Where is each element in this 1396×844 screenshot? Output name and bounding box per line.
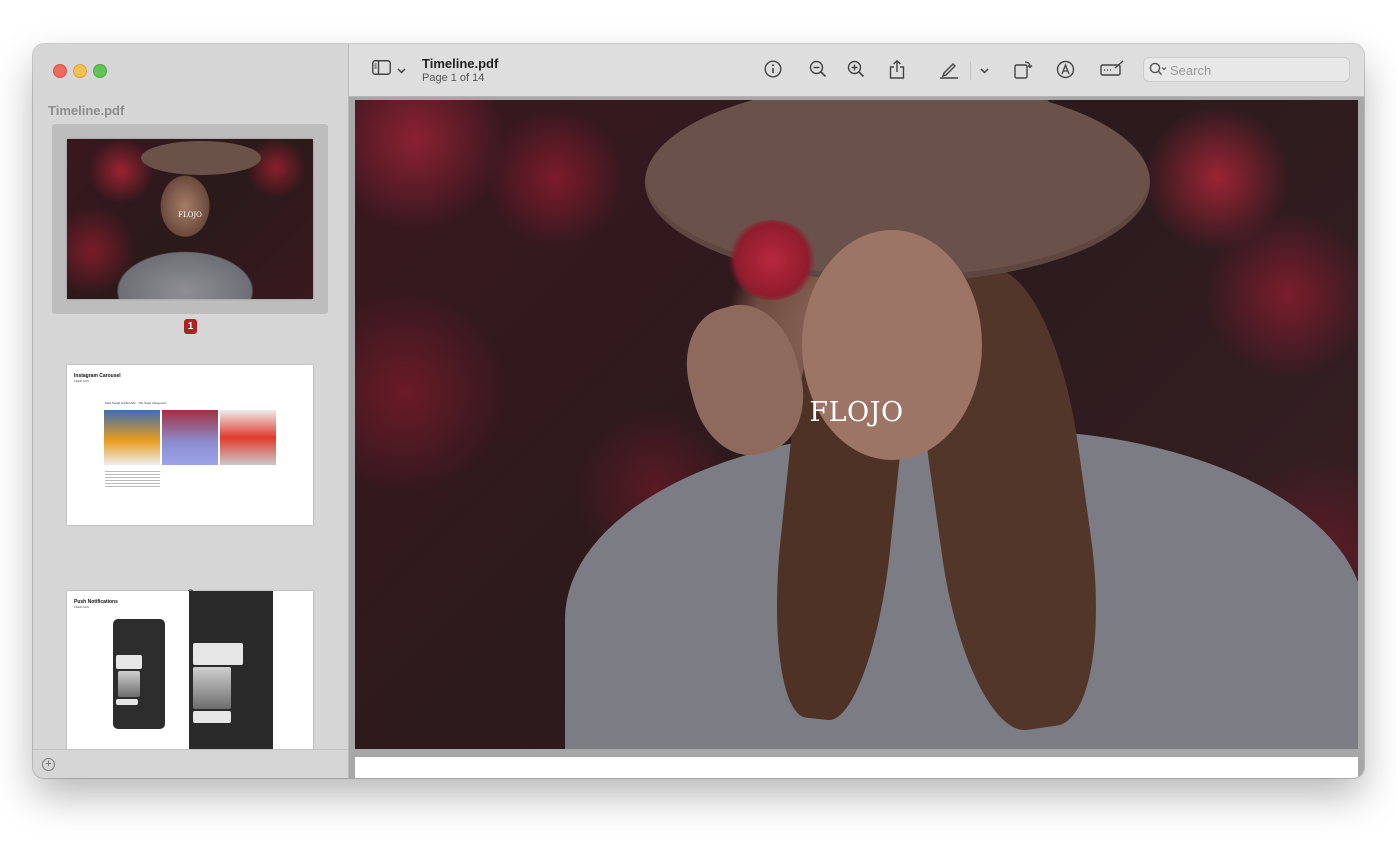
markup-icon[interactable] xyxy=(1054,60,1076,80)
rotate-icon[interactable] xyxy=(1012,60,1034,80)
pdf-page-1: FLOJO xyxy=(355,100,1358,749)
thumbnail-caption: Paid Social & Paid Ads · The Snap Influe… xyxy=(105,401,167,405)
minimize-window-button[interactable] xyxy=(73,64,87,78)
chevron-down-icon[interactable] xyxy=(395,60,407,80)
thumbnail-list[interactable]: FLOJO 1 Instagram Carousel FEED ADS Paid… xyxy=(33,124,348,749)
highlight-pen-icon[interactable] xyxy=(938,60,960,80)
zoom-in-icon[interactable] xyxy=(846,60,866,80)
notification-bubble xyxy=(116,699,138,705)
plus-circle-icon[interactable]: + xyxy=(42,758,55,771)
thumbnail-page-2[interactable]: Instagram Carousel FEED ADS Paid Social … xyxy=(67,365,313,525)
thumbnail-photo xyxy=(162,410,218,465)
document-viewer[interactable]: FLOJO xyxy=(349,97,1364,778)
page-photo-flower xyxy=(727,220,817,300)
notification-bubble xyxy=(193,643,243,665)
preview-window: Timeline.pdf FLOJO 1 Instagram Carousel … xyxy=(33,44,1364,778)
notification-bubble xyxy=(116,655,142,669)
pdf-page-2-top xyxy=(355,757,1358,778)
sidebar-toggle-icon[interactable] xyxy=(371,60,391,80)
thumbnail-subheading: FEED ADS xyxy=(74,379,89,383)
thumbnail-subheading: FEED ADS xyxy=(74,605,89,609)
notification-photo xyxy=(118,671,140,697)
thumbnail-caption: FLOJO xyxy=(178,211,202,219)
notification-bubble xyxy=(193,711,231,723)
page-number-badge: 1 xyxy=(184,319,197,334)
share-icon[interactable] xyxy=(887,59,907,80)
form-fill-icon[interactable] xyxy=(1099,60,1125,80)
thumbnail-sidebar: Timeline.pdf FLOJO 1 Instagram Carousel … xyxy=(33,44,349,778)
toolbar: Timeline.pdf Page 1 of 14 xyxy=(349,44,1364,97)
info-icon[interactable] xyxy=(763,60,783,80)
sidebar-title: Timeline.pdf xyxy=(48,103,125,118)
chevron-down-icon[interactable] xyxy=(978,60,990,80)
search-field[interactable] xyxy=(1143,57,1350,82)
maximize-window-button[interactable] xyxy=(93,64,107,78)
zoom-out-icon[interactable] xyxy=(808,60,828,80)
toolbar-separator xyxy=(970,62,971,80)
notification-photo xyxy=(193,667,231,709)
close-window-button[interactable] xyxy=(53,64,67,78)
sidebar-divider xyxy=(33,749,348,750)
thumbnail-dark-panel xyxy=(189,591,273,749)
thumbnail-text-lines xyxy=(105,469,160,489)
thumbnail-page-3[interactable]: Push Notifications FEED ADS xyxy=(67,591,313,749)
document-title: Timeline.pdf xyxy=(422,56,499,71)
page-title-text: FLOJO xyxy=(809,397,904,428)
search-input[interactable] xyxy=(1168,61,1348,80)
thumbnail-photo xyxy=(104,410,160,465)
search-icon xyxy=(1149,62,1167,78)
thumbnail-photo xyxy=(220,410,276,465)
thumbnail-phone-mockup xyxy=(113,619,165,729)
page-indicator: Page 1 of 14 xyxy=(422,72,485,84)
thumbnail-hat-image xyxy=(141,141,261,175)
thumbnail-page-1[interactable]: FLOJO xyxy=(67,139,313,299)
